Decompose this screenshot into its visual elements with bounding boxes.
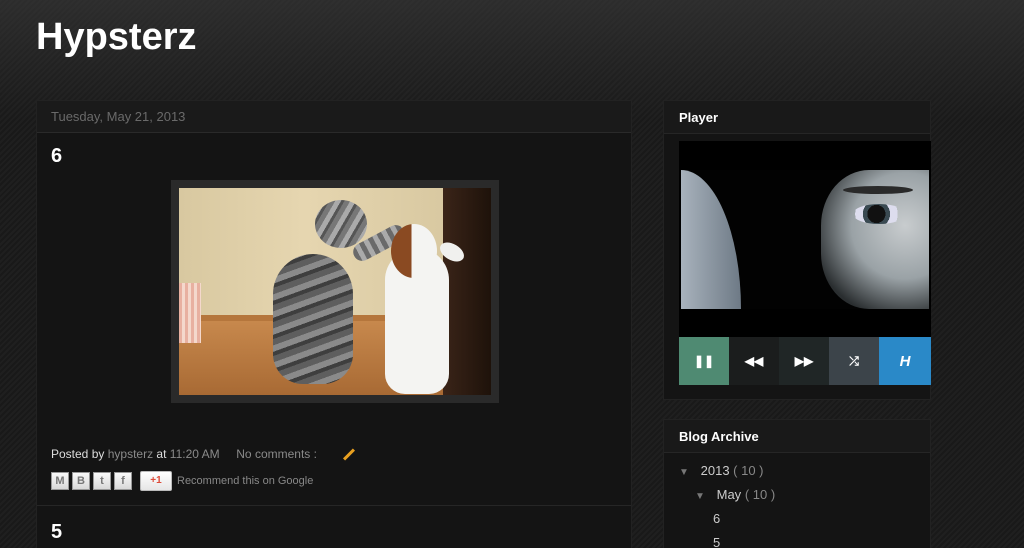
recommend-text: Recommend this on Google — [177, 475, 314, 487]
video-frame — [681, 170, 929, 309]
post-title[interactable]: 6 — [51, 145, 62, 168]
player-logo-icon[interactable]: H — [879, 337, 931, 385]
widget-title: Player — [664, 101, 930, 134]
email-share-button[interactable]: M — [51, 472, 69, 490]
main-column: Tuesday, May 21, 2013 6 Posted by hypste… — [36, 100, 632, 548]
twitter-share-button[interactable]: t — [93, 472, 111, 490]
date-header: Tuesday, May 21, 2013 — [37, 101, 631, 133]
google-plusone-button[interactable]: +1 — [140, 471, 172, 491]
pencil-icon[interactable] — [343, 448, 356, 461]
archive-year-row[interactable]: ▼ 2013 ( 10 ) — [679, 459, 930, 483]
post-image-frame — [171, 180, 499, 403]
archive-month-count: ( 10 ) — [744, 487, 776, 502]
facebook-share-button[interactable]: f — [114, 472, 132, 490]
widget-title: Blog Archive — [664, 420, 930, 453]
post-title[interactable]: 5 — [51, 521, 62, 544]
post-image-cat-and-dog[interactable] — [179, 188, 491, 395]
posted-by-label: Posted by — [51, 447, 105, 461]
archive-year-count: ( 10 ) — [733, 463, 764, 478]
archive-month-row[interactable]: ▼ May ( 10 ) — [679, 483, 930, 507]
archive-list: ▼ 2013 ( 10 ) ▼ May ( 10 ) 6 5 — [664, 453, 930, 548]
post-footer: Posted by hypsterz at 11:20 AM No commen… — [51, 447, 356, 461]
rewind-icon[interactable]: ◀◀ — [729, 337, 779, 385]
video-player[interactable] — [679, 141, 931, 337]
archive-post-link[interactable]: 5 — [679, 531, 930, 548]
blog-this-button[interactable]: B — [72, 472, 90, 490]
blog-title[interactable]: Hypsterz — [36, 16, 197, 59]
blog-archive-widget: Blog Archive ▼ 2013 ( 10 ) ▼ May ( 10 ) … — [663, 419, 931, 548]
fast-forward-icon[interactable]: ▶▶ — [779, 337, 829, 385]
archive-month-link[interactable]: May — [717, 487, 742, 502]
triangle-down-icon[interactable]: ▼ — [695, 485, 713, 509]
shuffle-icon[interactable]: ⤮ — [829, 337, 879, 385]
share-buttons: M B t f +1 Recommend this on Google — [51, 471, 313, 491]
post-time-link[interactable]: 11:20 AM — [170, 447, 220, 461]
author-link[interactable]: hypsterz — [108, 447, 153, 461]
player-widget: Player ❚❚ ◀◀ ▶▶ ⤮ H — [663, 100, 931, 400]
triangle-down-icon[interactable]: ▼ — [679, 461, 697, 485]
at-label: at — [156, 447, 167, 461]
archive-year-link[interactable]: 2013 — [701, 463, 730, 478]
archive-post-link[interactable]: 6 — [679, 507, 930, 531]
pause-icon[interactable]: ❚❚ — [679, 337, 729, 385]
comments-link[interactable]: No comments : — [236, 447, 317, 461]
player-controls: ❚❚ ◀◀ ▶▶ ⤮ H — [679, 337, 931, 385]
post-divider — [37, 505, 631, 506]
